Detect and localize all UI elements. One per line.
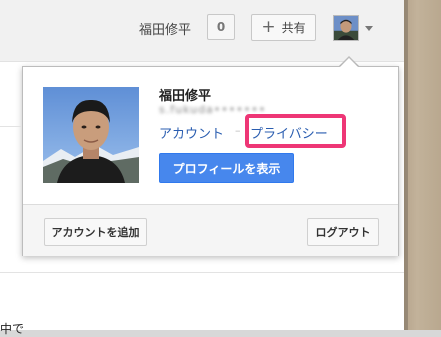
header-user-name[interactable]: 福田修平	[139, 19, 191, 38]
privacy-highlight-box	[245, 114, 346, 148]
add-account-button[interactable]: アカウントを追加	[44, 218, 147, 246]
divider	[0, 126, 22, 127]
account-link[interactable]: アカウント	[159, 123, 224, 142]
view-profile-button[interactable]: プロフィールを表示	[159, 153, 294, 183]
desktop-background	[404, 0, 441, 330]
account-panel-footer: アカウントを追加 ログアウト	[23, 204, 398, 256]
logout-button[interactable]: ログアウト	[307, 218, 379, 246]
plus-icon: +	[261, 16, 276, 37]
share-button[interactable]: + 共有	[251, 14, 316, 41]
page-text-fragment: 中で	[0, 322, 25, 336]
account-full-name: 福田修平	[159, 89, 212, 104]
account-panel: 福田修平 s.fukuda••••••• アカウント – プライバシー プロフィ…	[22, 66, 399, 256]
avatar	[333, 15, 359, 41]
share-label: 共有	[281, 21, 306, 35]
link-separator: –	[235, 124, 241, 137]
divider	[0, 272, 404, 273]
account-avatar-button[interactable]	[333, 15, 359, 41]
profile-photo	[43, 87, 139, 183]
panel-pointer-fill	[340, 58, 358, 67]
notification-count-button[interactable]: 0	[207, 14, 235, 40]
chevron-down-icon[interactable]	[365, 26, 373, 31]
